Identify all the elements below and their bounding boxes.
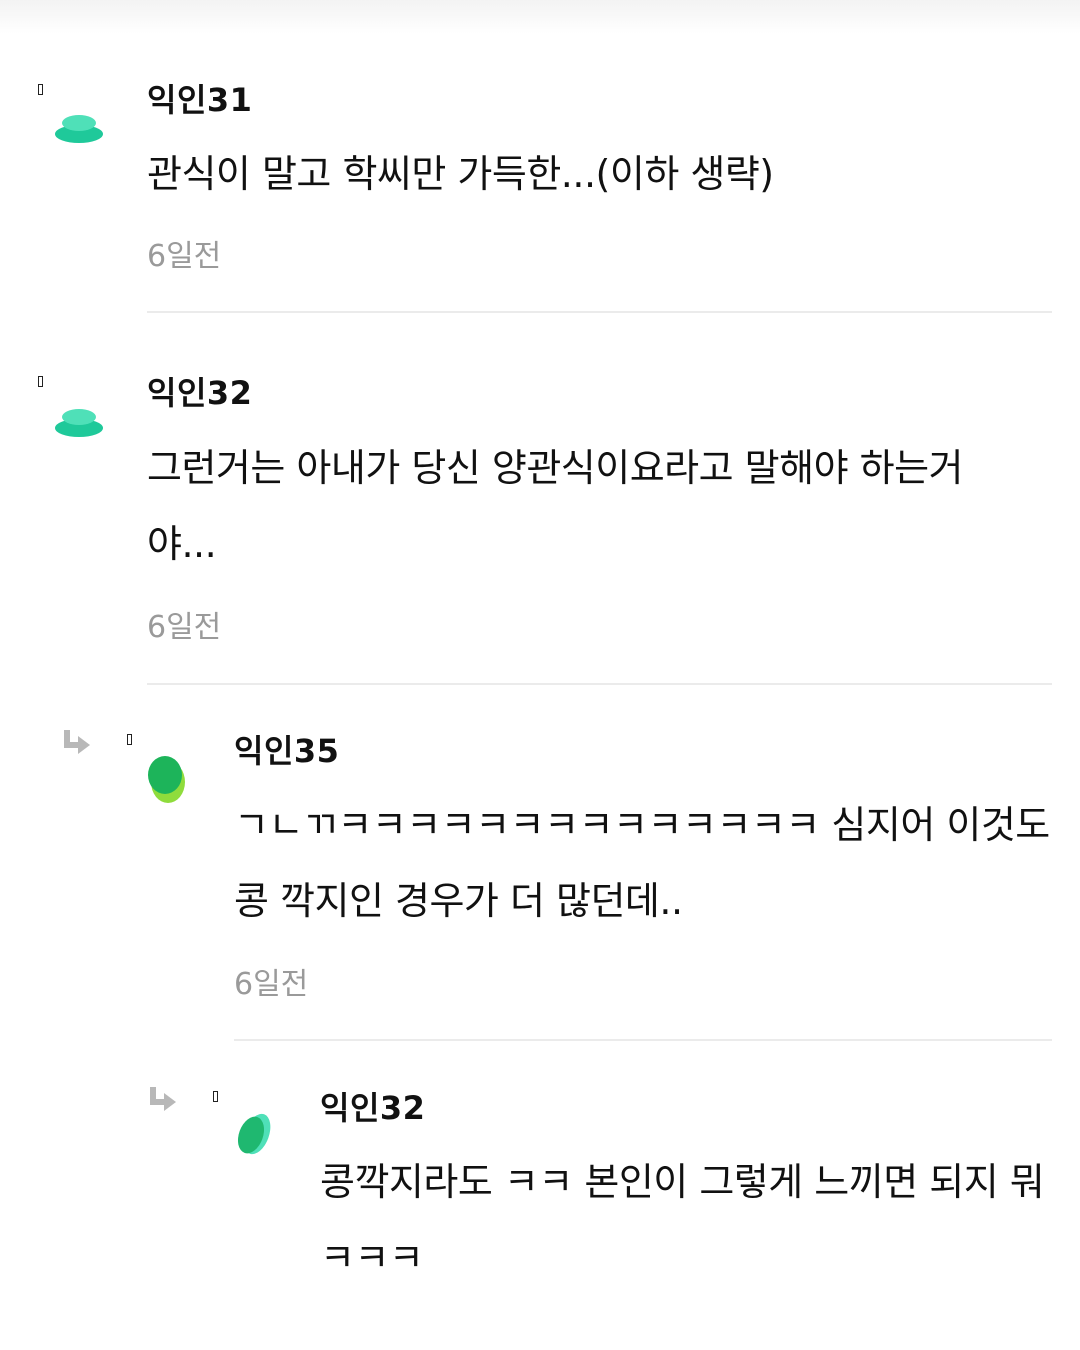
comment-text: ㄱㄴㄲㅋㅋㅋㅋㅋㅋㅋㅋㅋㅋㅋㅋㅋㅋ 심지어 이것도 콩 깍지인 경우가 더 많던…: [234, 803, 1050, 923]
timestamp: 6일전: [147, 610, 222, 645]
avatar-icon: [148, 756, 185, 803]
marker-icon: [38, 84, 43, 95]
reply-arrow-icon: [150, 1087, 176, 1111]
nickname[interactable]: 익인32: [320, 1088, 425, 1128]
divider: [147, 311, 1052, 313]
nickname[interactable]: 익인35: [234, 731, 339, 771]
avatar-icon: [55, 409, 103, 437]
timestamp: 6일전: [234, 967, 309, 1002]
divider: [147, 683, 1052, 685]
timestamp: 6일전: [147, 239, 222, 274]
comment-text: 그런거는 아내가 당신 양관식이요라고 말해야 하는거 야...: [147, 446, 964, 566]
nickname[interactable]: 익인32: [147, 373, 252, 413]
avatar-icon: [55, 115, 103, 143]
marker-icon: [38, 376, 43, 387]
avatar-icon: [237, 1113, 271, 1155]
marker-icon: [213, 1091, 218, 1102]
comment-text: 콩깍지라도 ㅋㅋ 본인이 그렇게 느끼면 되지 뭐 ㅋㅋㅋ: [320, 1160, 1045, 1280]
comment-text: 관식이 말고 학씨만 가득한...(이하 생략): [147, 152, 774, 196]
marker-icon: [127, 734, 132, 745]
top-fade: [0, 0, 1080, 34]
nickname[interactable]: 익인31: [147, 80, 252, 120]
divider: [234, 1039, 1052, 1041]
reply-arrow-icon: [64, 730, 90, 754]
